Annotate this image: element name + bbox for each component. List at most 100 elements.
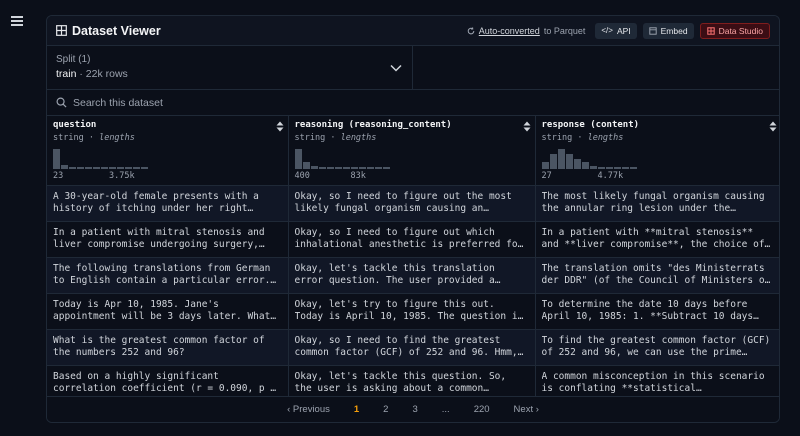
histogram-bar[interactable] xyxy=(302,162,310,169)
histogram-bar[interactable] xyxy=(589,166,597,169)
table-cell[interactable]: In a patient with mitral stenosis and li… xyxy=(47,221,289,258)
histogram-bar[interactable] xyxy=(374,167,382,169)
page-number-button[interactable]: 220 xyxy=(462,404,502,415)
column-type-separator: · xyxy=(572,133,588,143)
histogram-bar[interactable] xyxy=(85,167,92,169)
histogram-bar[interactable] xyxy=(366,167,374,169)
cell-text: The most likely fungal organism causing … xyxy=(541,190,765,214)
code-icon: </> xyxy=(601,26,613,35)
histogram-bar[interactable] xyxy=(565,154,573,169)
histogram-bar[interactable] xyxy=(621,167,629,169)
sort-icon[interactable] xyxy=(769,121,777,132)
previous-page-button[interactable]: ‹ Previous xyxy=(275,404,342,415)
histogram-bar[interactable] xyxy=(597,167,605,169)
cell-text: What is the greatest common factor of th… xyxy=(53,334,265,358)
table-cell[interactable]: Today is Apr 10, 1985. Jane's appointmen… xyxy=(47,293,289,330)
column-header[interactable]: response (content) string · lengths 27 4.77… xyxy=(535,116,779,186)
page-number-button[interactable]: 2 xyxy=(371,404,400,415)
histogram-bar[interactable] xyxy=(581,162,589,169)
column-name: reasoning (reasoning_content) xyxy=(294,120,452,130)
histogram-bar[interactable] xyxy=(573,159,581,169)
hamburger-menu-icon[interactable] xyxy=(11,16,23,28)
table-row[interactable]: Today is Apr 10, 1985. Jane's appointmen… xyxy=(47,293,779,330)
table-cell[interactable]: Okay, so I need to figure out the most l… xyxy=(288,185,536,222)
histogram-range: 27 4.77k xyxy=(542,171,776,181)
api-button[interactable]: </> API xyxy=(595,22,637,39)
viewer-title-text: Dataset Viewer xyxy=(72,23,161,38)
histogram-max: 3.75k xyxy=(109,171,135,181)
sort-icon[interactable] xyxy=(276,121,284,132)
table-cell[interactable]: To determine the date 10 days before Apr… xyxy=(535,293,779,330)
histogram-bar[interactable] xyxy=(117,167,124,169)
histogram-bar[interactable] xyxy=(53,149,60,169)
table-cell[interactable]: Okay, so I need to find the greatest com… xyxy=(288,329,536,366)
histogram-min: 400 xyxy=(294,171,310,181)
histogram-bar[interactable] xyxy=(133,167,140,169)
histogram-bar[interactable] xyxy=(294,149,302,169)
table-row[interactable]: What is the greatest common factor of th… xyxy=(47,329,779,366)
histogram-bar[interactable] xyxy=(358,167,366,169)
table-cell[interactable]: Okay, so I need to figure out which inha… xyxy=(288,221,536,258)
search-bar[interactable]: Search this dataset xyxy=(47,90,779,116)
histogram-bar[interactable] xyxy=(342,167,350,169)
search-input[interactable]: Search this dataset xyxy=(73,97,163,109)
histogram-bar[interactable] xyxy=(125,167,132,169)
table-cell[interactable]: The translation omits "des Ministerrats … xyxy=(535,257,779,294)
histogram-bar[interactable] xyxy=(549,154,557,169)
table-cell[interactable]: To find the greatest common factor (GCF)… xyxy=(535,329,779,366)
histogram-bar[interactable] xyxy=(61,165,68,169)
histogram-bar[interactable] xyxy=(605,167,613,169)
table-cell[interactable]: What is the greatest common factor of th… xyxy=(47,329,289,366)
column-type: string · lengths xyxy=(295,133,529,143)
histogram-bar[interactable] xyxy=(350,167,358,169)
histogram-bar[interactable] xyxy=(541,162,549,169)
histogram-bar[interactable] xyxy=(382,167,390,169)
histogram-bar[interactable] xyxy=(101,167,108,169)
histogram-bar[interactable] xyxy=(557,149,565,169)
table-row[interactable]: In a patient with mitral stenosis and li… xyxy=(47,221,779,258)
data-studio-button[interactable]: Data Studio xyxy=(699,22,770,39)
histogram-bar[interactable] xyxy=(109,167,116,169)
histogram-bar[interactable] xyxy=(334,167,342,169)
column-header[interactable]: reasoning (reasoning_content)string · le… xyxy=(288,116,536,186)
split-separator: · xyxy=(79,68,83,80)
histogram-bar[interactable] xyxy=(613,167,621,169)
table-row[interactable]: A 30-year-old female presents with a his… xyxy=(47,185,779,222)
histogram-bar[interactable] xyxy=(629,167,637,169)
cell-text: The following translations from German t… xyxy=(53,262,271,286)
next-page-button[interactable]: Next › xyxy=(502,404,551,415)
table-cell[interactable]: A 30-year-old female presents with a his… xyxy=(47,185,289,222)
length-histogram xyxy=(53,147,282,169)
histogram-bar[interactable] xyxy=(69,167,76,169)
table-row[interactable]: The following translations from German t… xyxy=(47,257,779,294)
table-cell[interactable]: Okay, let's tackle this translation erro… xyxy=(288,257,536,294)
cell-text: Based on a highly significant correlatio… xyxy=(53,370,277,394)
table-cell[interactable]: The following translations from German t… xyxy=(47,257,289,294)
embed-icon xyxy=(648,26,657,35)
page-number-button[interactable]: 1 xyxy=(342,404,371,415)
table-cell[interactable]: The most likely fungal organism causing … xyxy=(535,185,779,222)
split-selector[interactable]: Split (1) train · 22k rows xyxy=(47,46,413,89)
table-cell[interactable]: In a patient with **mitral stenosis** an… xyxy=(535,221,779,258)
auto-converted-link[interactable]: Auto-converted xyxy=(479,26,540,36)
sort-icon[interactable] xyxy=(523,121,531,132)
histogram-bar[interactable] xyxy=(77,167,84,169)
histogram-range: 400 83k xyxy=(295,171,529,181)
histogram-bar[interactable] xyxy=(310,166,318,169)
column-header[interactable]: question string · lengths 23 3.75k xyxy=(47,116,289,186)
embed-label: Embed xyxy=(660,25,688,36)
histogram-bar[interactable] xyxy=(318,167,326,169)
data-studio-label: Data Studio xyxy=(718,25,763,36)
chevron-down-icon[interactable] xyxy=(390,64,402,72)
column-type: string · lengths xyxy=(542,133,776,143)
column-type-separator: · xyxy=(83,133,100,143)
histogram-bar[interactable] xyxy=(93,167,100,169)
column-name: response (content) xyxy=(541,120,640,130)
histogram-bar[interactable] xyxy=(326,167,334,169)
converted-suffix: to Parquet xyxy=(543,25,586,36)
cell-text: Okay, so I need to figure out the most l… xyxy=(294,190,512,214)
table-cell[interactable]: Okay, let's try to figure this out. Toda… xyxy=(288,293,536,330)
embed-button[interactable]: Embed xyxy=(642,22,694,39)
page-number-button[interactable]: 3 xyxy=(400,404,429,415)
histogram-bar[interactable] xyxy=(141,167,148,169)
